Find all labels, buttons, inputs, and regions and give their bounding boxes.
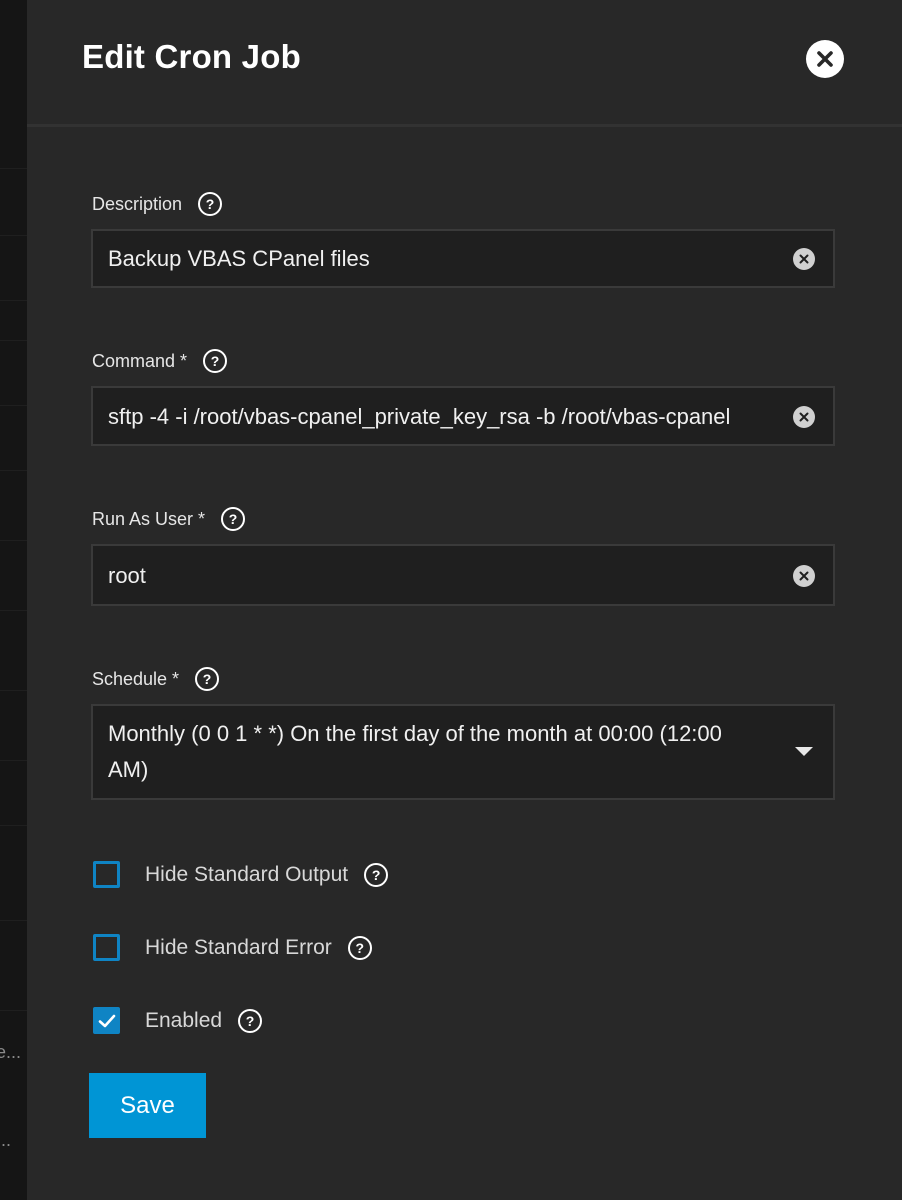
edit-cron-job-panel: Edit Cron Job Description ? Backup VBAS … <box>27 0 902 1200</box>
description-field[interactable]: Backup VBAS CPanel files <box>91 229 835 288</box>
run-as-user-label-row: Run As User * ? <box>92 507 246 531</box>
close-icon <box>817 51 833 67</box>
run-as-user-label: Run As User * <box>92 508 206 529</box>
clear-icon[interactable] <box>793 248 815 270</box>
help-icon[interactable]: ? <box>364 862 389 887</box>
description-value[interactable]: Backup VBAS CPanel files <box>108 246 793 272</box>
background-divider <box>0 168 27 169</box>
chevron-down-icon[interactable] <box>795 747 813 756</box>
clear-icon[interactable] <box>793 565 815 587</box>
hide-stdout-checkbox[interactable] <box>93 861 120 888</box>
command-field[interactable]: sftp -4 -i /root/vbas-cpanel_private_key… <box>91 386 835 446</box>
enabled-checkbox[interactable] <box>93 1007 120 1034</box>
background-divider <box>0 1010 27 1011</box>
save-button[interactable]: Save <box>89 1073 206 1138</box>
enabled-option[interactable]: Enabled ? <box>93 1007 263 1034</box>
hide-stderr-checkbox[interactable] <box>93 934 120 961</box>
help-icon[interactable]: ? <box>238 1008 263 1033</box>
run-as-user-field[interactable]: root <box>91 544 835 606</box>
background-divider <box>0 920 27 921</box>
description-label: Description <box>92 193 183 214</box>
close-icon <box>799 412 809 422</box>
schedule-label: Schedule * <box>92 668 180 689</box>
background-page: e... ... <box>0 0 27 1200</box>
background-divider <box>0 405 27 406</box>
page-title: Edit Cron Job <box>82 38 301 75</box>
schedule-value[interactable]: Monthly (0 0 1 * *) On the first day of … <box>108 716 753 788</box>
background-divider <box>0 825 27 826</box>
schedule-label-row: Schedule * ? <box>92 667 220 691</box>
background-divider <box>0 235 27 236</box>
description-label-row: Description ? <box>92 192 223 216</box>
run-as-user-value[interactable]: root <box>108 563 793 589</box>
schedule-select[interactable]: Monthly (0 0 1 * *) On the first day of … <box>91 704 835 800</box>
help-icon[interactable]: ? <box>347 935 372 960</box>
help-icon[interactable]: ? <box>221 507 246 531</box>
background-divider <box>0 340 27 341</box>
panel-header: Edit Cron Job <box>27 0 902 127</box>
command-value[interactable]: sftp -4 -i /root/vbas-cpanel_private_key… <box>108 404 797 430</box>
background-divider <box>0 760 27 761</box>
background-text: ... <box>0 1130 12 1150</box>
clear-icon[interactable] <box>793 406 815 428</box>
checkmark-icon <box>98 1014 115 1027</box>
command-label-row: Command * ? <box>92 349 228 373</box>
close-icon <box>799 571 809 581</box>
background-divider <box>0 690 27 691</box>
help-icon[interactable]: ? <box>203 349 228 373</box>
enabled-label[interactable]: Enabled <box>145 1009 222 1033</box>
background-divider <box>0 540 27 541</box>
background-divider <box>0 470 27 471</box>
background-divider <box>0 300 27 301</box>
background-text: e... <box>0 1042 22 1062</box>
hide-stdout-label[interactable]: Hide Standard Output <box>145 863 348 887</box>
help-icon[interactable]: ? <box>198 192 223 216</box>
help-icon[interactable]: ? <box>195 667 220 691</box>
close-icon <box>799 254 809 264</box>
background-divider <box>0 610 27 611</box>
command-label: Command * <box>92 350 188 371</box>
hide-stderr-label[interactable]: Hide Standard Error <box>145 936 332 960</box>
hide-stdout-option[interactable]: Hide Standard Output ? <box>93 861 389 888</box>
close-button[interactable] <box>806 40 844 78</box>
hide-stderr-option[interactable]: Hide Standard Error ? <box>93 934 372 961</box>
